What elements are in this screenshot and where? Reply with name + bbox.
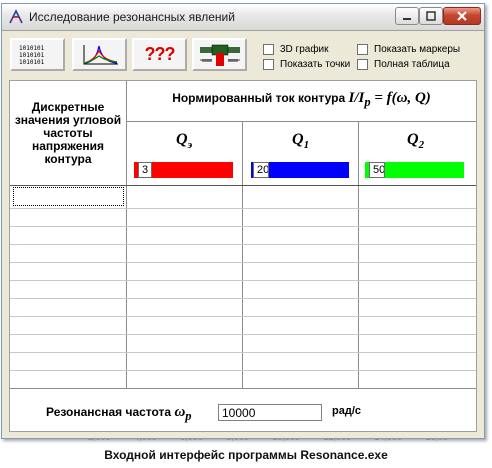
option-show-markers[interactable]: Показать маркеры: [357, 44, 460, 55]
grid-divider: [358, 121, 359, 388]
q-2-value: 50: [373, 164, 385, 176]
resonance-graph-icon: [83, 44, 118, 64]
q-sub: 1: [303, 139, 310, 152]
checkbox-show-markers[interactable]: [357, 44, 368, 55]
option-show-markers-label: Показать маркеры: [374, 44, 461, 55]
svg-text:1010101: 1010101: [19, 52, 45, 59]
circuit-icon: [199, 44, 240, 66]
graph-button[interactable]: [72, 38, 127, 71]
formula-tail: = f(ω, Q): [370, 90, 431, 106]
close-button[interactable]: [443, 7, 481, 25]
table-row: [10, 370, 476, 371]
table-row: [10, 316, 476, 317]
table-row: [10, 262, 476, 263]
q-1-value: 20: [257, 164, 269, 176]
q-1-input[interactable]: 20: [253, 162, 269, 178]
q-sub: э: [187, 139, 193, 152]
q-e-input[interactable]: 3: [138, 162, 152, 178]
minimize-button[interactable]: [395, 7, 419, 25]
table-row: [10, 388, 476, 389]
omega-sub: p: [185, 409, 192, 423]
normalized-current-header: Нормированный ток контура I/Ip = f(ω, Q): [127, 90, 476, 110]
option-full-table-label: Полная таблица: [374, 59, 450, 70]
option-show-points[interactable]: Показать точки: [263, 59, 350, 70]
toolbar: 1010101 1010101 1010101 ??? 3D график По…: [2, 31, 484, 79]
resonance-window: Исследование резонансных явлений 1010101…: [1, 3, 485, 439]
q-letter: Q: [176, 131, 188, 148]
svg-text:1010101: 1010101: [19, 45, 45, 52]
resonance-unit: рад/с: [332, 405, 361, 417]
maximize-button[interactable]: [419, 7, 443, 25]
normalized-current-formula: I/Ip = f(ω, Q): [348, 90, 431, 109]
q-label-e: Qэ: [176, 131, 192, 151]
formula-part: I/I: [348, 90, 365, 106]
figure-caption: Входной интерфейс программы Resonance.ex…: [104, 448, 388, 462]
resonance-frequency-label: Резонансная частота ωp: [46, 404, 192, 424]
grid-divider: [126, 81, 127, 388]
table-row: [10, 226, 476, 227]
table-row: [10, 352, 476, 353]
q-2-input[interactable]: 50: [369, 162, 385, 178]
checkbox-3d-graph[interactable]: [263, 44, 274, 55]
resonance-frequency-value: 10000: [222, 406, 256, 420]
grid-divider: [242, 121, 243, 388]
svg-text:1010101: 1010101: [19, 59, 45, 66]
grid-divider: [10, 185, 476, 186]
selected-cell[interactable]: [13, 187, 124, 206]
resonance-label-text: Резонансная частота: [46, 405, 172, 419]
table-row: [10, 298, 476, 299]
q-label-2: Q2: [407, 131, 424, 151]
binary-table-icon: 1010101 1010101 1010101: [19, 45, 45, 66]
maximize-icon: [426, 11, 436, 21]
grid-divider: [127, 121, 476, 122]
omega-symbol: ωp: [174, 404, 192, 423]
q-letter: Q: [292, 131, 304, 148]
results-panel: Дискретные значения угловой частоты напр…: [9, 80, 477, 432]
table-row: [10, 244, 476, 245]
table-row: [10, 280, 476, 281]
circuit-button[interactable]: [192, 38, 247, 71]
option-3d-graph[interactable]: 3D график: [263, 44, 329, 55]
option-3d-graph-label: 3D график: [280, 44, 329, 55]
title-bar[interactable]: Исследование резонансных явлений: [2, 4, 484, 31]
q-e-value: 3: [142, 164, 149, 176]
frequency-column-header: Дискретные значения угловой частоты напр…: [10, 81, 126, 185]
option-show-points-label: Показать точки: [280, 59, 351, 70]
omega-letter: ω: [174, 404, 186, 420]
checkbox-full-table[interactable]: [357, 59, 368, 70]
frequency-header-label: Дискретные значения угловой частоты напр…: [14, 99, 122, 166]
q-label-1: Q1: [292, 131, 309, 151]
normalized-current-label: Нормированный ток контура: [172, 91, 346, 105]
table-row: [10, 334, 476, 335]
close-icon: [457, 11, 467, 21]
help-button[interactable]: ???: [132, 38, 187, 71]
minimize-icon: [403, 18, 411, 20]
binary-table-button[interactable]: 1010101 1010101 1010101: [10, 38, 65, 71]
help-label: ???: [144, 44, 176, 64]
q-letter: Q: [407, 131, 419, 148]
app-icon: [9, 9, 23, 24]
q-sub: 2: [418, 139, 425, 152]
window-title: Исследование резонансных явлений: [29, 10, 235, 24]
option-full-table[interactable]: Полная таблица: [357, 59, 450, 70]
table-row: [10, 208, 476, 209]
checkbox-show-points[interactable]: [263, 59, 274, 70]
resonance-frequency-input[interactable]: 10000: [218, 404, 322, 421]
